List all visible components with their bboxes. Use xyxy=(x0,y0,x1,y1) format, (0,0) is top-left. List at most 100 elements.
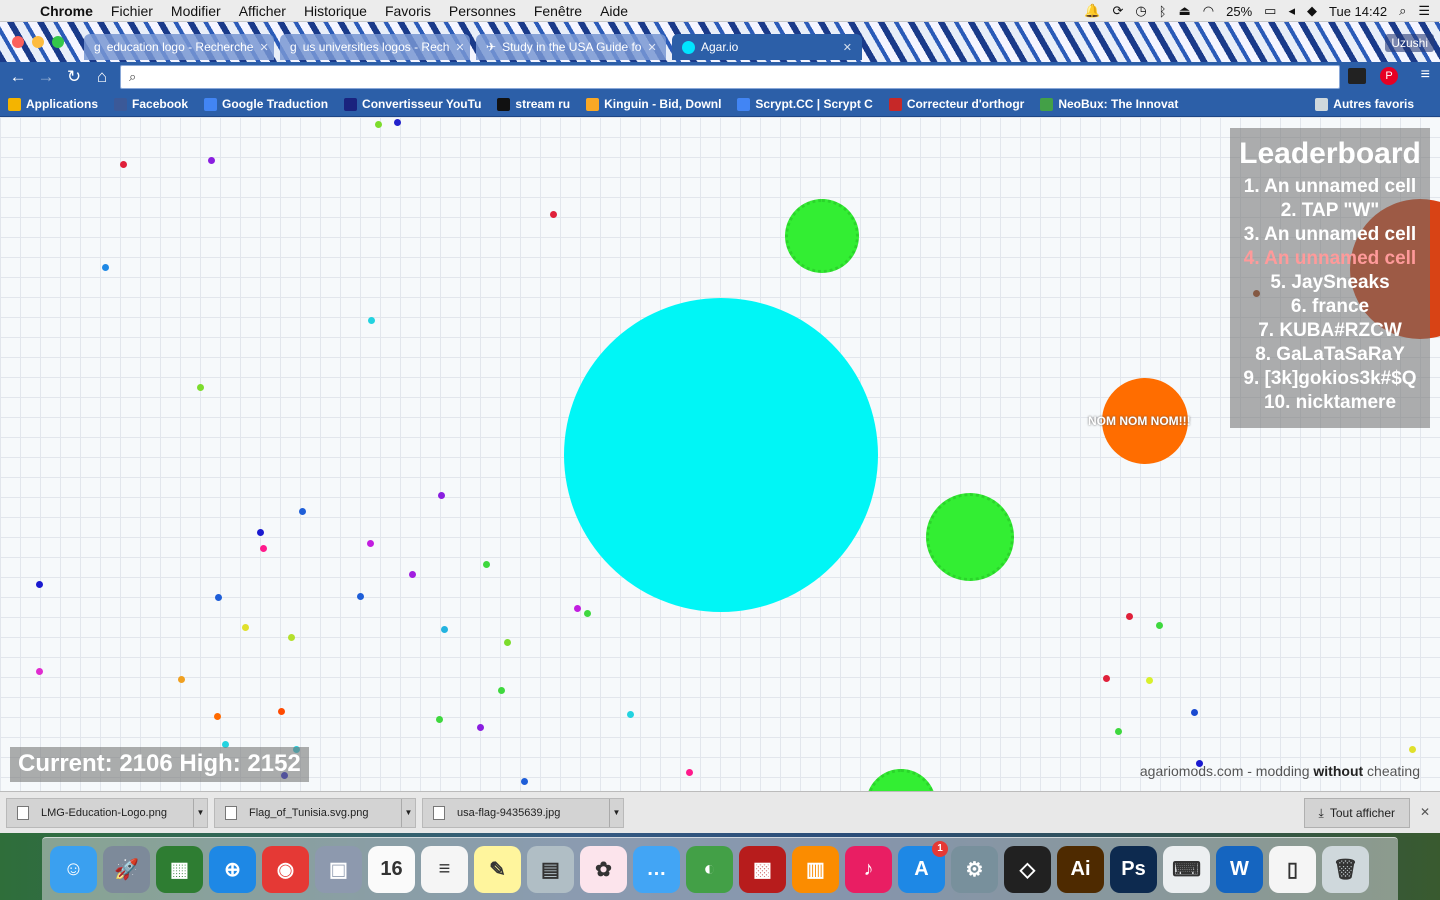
dock-itunes-icon[interactable]: ♪ xyxy=(845,845,892,893)
dock-safari-icon[interactable]: ⊕ xyxy=(209,845,256,893)
dock-finder-icon[interactable]: ☺ xyxy=(50,845,97,893)
download-item[interactable]: LMG-Education-Logo.png ▼ xyxy=(6,797,208,828)
download-menu-arrow-icon[interactable]: ▼ xyxy=(401,798,415,827)
minimize-window-icon[interactable] xyxy=(32,36,44,48)
bookmark-google-translate[interactable]: Google Traduction xyxy=(204,97,328,111)
tab-education-logo[interactable]: g education logo - Recherche ✕ xyxy=(84,34,274,60)
dock-illustrator-icon[interactable]: Ai xyxy=(1057,845,1104,893)
dock-glyph: ≡ xyxy=(438,857,451,880)
download-item[interactable]: Flag_of_Tunisia.svg.png ▼ xyxy=(214,797,416,828)
spotlight-icon[interactable]: ⌕ xyxy=(1399,3,1406,19)
dock-document-icon[interactable]: ▯ xyxy=(1269,845,1316,893)
tab-study-usa[interactable]: ✈ Study in the USA Guide fo ✕ xyxy=(476,34,666,60)
food-pellet xyxy=(102,264,109,271)
dock-chrome-icon[interactable]: ◉ xyxy=(262,845,309,893)
file-icon xyxy=(433,805,445,820)
apps-grid-icon xyxy=(8,97,21,111)
chrome-menu-icon[interactable]: ≡ xyxy=(1421,66,1430,84)
zoom-window-icon[interactable] xyxy=(52,36,64,48)
bookmark-correcteur[interactable]: Correcteur d'orthogr xyxy=(888,97,1024,111)
address-bar[interactable]: ⌕ xyxy=(120,65,1340,89)
tab-close-icon[interactable]: ✕ xyxy=(259,41,268,54)
dock-system-preferences-icon[interactable]: ⚙ xyxy=(951,845,998,893)
time-machine-icon[interactable]: ◷ xyxy=(1135,3,1146,19)
dock-glyph: 16 xyxy=(380,857,403,880)
battery-percent[interactable]: 25% xyxy=(1226,4,1252,19)
forward-icon[interactable]: → xyxy=(32,67,60,87)
dock-messages-icon[interactable]: … xyxy=(633,845,680,893)
other-bookmarks-folder[interactable]: Autres favoris xyxy=(1315,97,1414,111)
dock-app-store-icon[interactable]: A1 xyxy=(898,840,948,893)
volume-icon[interactable]: ◂ xyxy=(1288,3,1295,19)
back-icon[interactable]: ← xyxy=(4,67,32,87)
close-window-icon[interactable] xyxy=(12,36,24,48)
dock-photo-booth-icon[interactable]: ▩ xyxy=(739,845,786,893)
download-menu-arrow-icon[interactable]: ▼ xyxy=(609,798,623,827)
close-shelf-icon[interactable]: ✕ xyxy=(1420,805,1430,819)
bookmark-label: Facebook xyxy=(132,97,189,111)
tab-mute-close-icon[interactable]: ✕ xyxy=(843,41,852,54)
download-item[interactable]: usa-flag-9435639.jpg ▼ xyxy=(422,797,624,828)
dock-preview-icon[interactable]: ▣ xyxy=(315,845,362,893)
download-menu-arrow-icon[interactable]: ▼ xyxy=(193,798,207,827)
leaderboard-entry: 2. TAP "W" xyxy=(1280,200,1380,221)
bookmark-label: Kinguin - Bid, Downl xyxy=(604,97,722,111)
menu-aide[interactable]: Aide xyxy=(600,3,628,19)
browser-toolbar: ← → ↻ ⌂ ⌕ P ≡ xyxy=(0,62,1440,92)
dock-mission-control-icon[interactable]: ▦ xyxy=(156,845,203,893)
bookmark-kinguin[interactable]: Kinguin - Bid, Downl xyxy=(586,97,721,111)
eject-icon[interactable]: ⏏ xyxy=(1179,3,1191,19)
menu-fenetre[interactable]: Fenêtre xyxy=(534,3,582,19)
reload-icon[interactable]: ↻ xyxy=(60,67,88,87)
extension-icon[interactable] xyxy=(1348,68,1366,84)
dock-reminders-icon[interactable]: ≡ xyxy=(421,845,468,893)
tab-us-universities[interactable]: g us universities logos - Rech ✕ xyxy=(280,34,470,60)
menu-favoris[interactable]: Favoris xyxy=(385,3,431,19)
dock-calendar-icon[interactable]: 16 xyxy=(368,845,415,893)
notification-center-icon[interactable]: ☰ xyxy=(1418,3,1430,19)
menu-personnes[interactable]: Personnes xyxy=(449,3,516,19)
dock-launchpad-icon[interactable]: 🚀 xyxy=(103,845,150,893)
bookmark-neobux[interactable]: NeoBux: The Innovat xyxy=(1040,97,1178,111)
notification-icon[interactable]: 🔔 xyxy=(1084,3,1100,19)
tab-agario[interactable]: Agar.io ✕ xyxy=(672,34,862,60)
show-all-downloads-button[interactable]: ⤓ Tout afficher xyxy=(1303,798,1410,828)
clock[interactable]: Tue 14:42 xyxy=(1329,4,1387,19)
bookmark-facebook[interactable]: Facebook xyxy=(114,97,188,111)
home-icon[interactable]: ⌂ xyxy=(88,67,116,87)
dock-word-icon[interactable]: W xyxy=(1216,845,1263,893)
bluetooth-icon[interactable]: ᛒ xyxy=(1159,4,1167,19)
menu-fichier[interactable]: Fichier xyxy=(111,3,153,19)
dock-keyboard-viewer-icon[interactable]: ⌨ xyxy=(1163,845,1210,893)
dock-system-info-icon[interactable]: ▤ xyxy=(527,845,574,893)
menu-app-name[interactable]: Chrome xyxy=(40,3,93,19)
bookmark-scrypt[interactable]: Scrypt.CC | Scrypt C xyxy=(737,97,873,111)
evernote-icon[interactable]: ◆ xyxy=(1307,3,1317,19)
dock-facetime-icon[interactable]: ◐ xyxy=(686,845,733,893)
dock-glyph: ✎ xyxy=(489,858,506,881)
dock-photoshop-icon[interactable]: Ps xyxy=(1110,845,1157,893)
bookmark-applications[interactable]: Applications xyxy=(8,97,98,111)
tab-close-icon[interactable]: ✕ xyxy=(455,41,464,54)
sync-icon[interactable]: ⟳ xyxy=(1112,3,1123,19)
agario-game-canvas[interactable]: NOM NOM NOM!!! Leaderboard 1. An unnamed xyxy=(0,117,1440,791)
food-pellet xyxy=(1191,709,1198,716)
food-pellet xyxy=(438,492,445,499)
food-pellet xyxy=(260,545,267,552)
wifi-icon[interactable]: ◠ xyxy=(1203,3,1214,19)
dock-unity-icon[interactable]: ◇ xyxy=(1004,845,1051,893)
menu-historique[interactable]: Historique xyxy=(304,3,367,19)
dock-photos-icon[interactable]: ✿ xyxy=(580,845,627,893)
tab-close-icon[interactable]: ✕ xyxy=(647,41,656,54)
dock-notes-icon[interactable]: ✎ xyxy=(474,845,521,893)
bookmark-youtube-converter[interactable]: Convertisseur YouTu xyxy=(344,97,481,111)
dock-ibooks-icon[interactable]: ▥ xyxy=(792,845,839,893)
pinterest-icon[interactable]: P xyxy=(1380,67,1398,85)
dock-trash-icon[interactable]: 🗑 xyxy=(1322,845,1369,893)
bookmark-stream-ru[interactable]: stream ru xyxy=(497,97,570,111)
menu-modifier[interactable]: Modifier xyxy=(171,3,221,19)
profile-button[interactable]: Uzushi xyxy=(1385,34,1434,52)
menu-afficher[interactable]: Afficher xyxy=(239,3,286,19)
leaderboard-entry: 9. [3k]gokios3k#$Q xyxy=(1243,368,1417,389)
neobux-icon xyxy=(1040,97,1054,111)
